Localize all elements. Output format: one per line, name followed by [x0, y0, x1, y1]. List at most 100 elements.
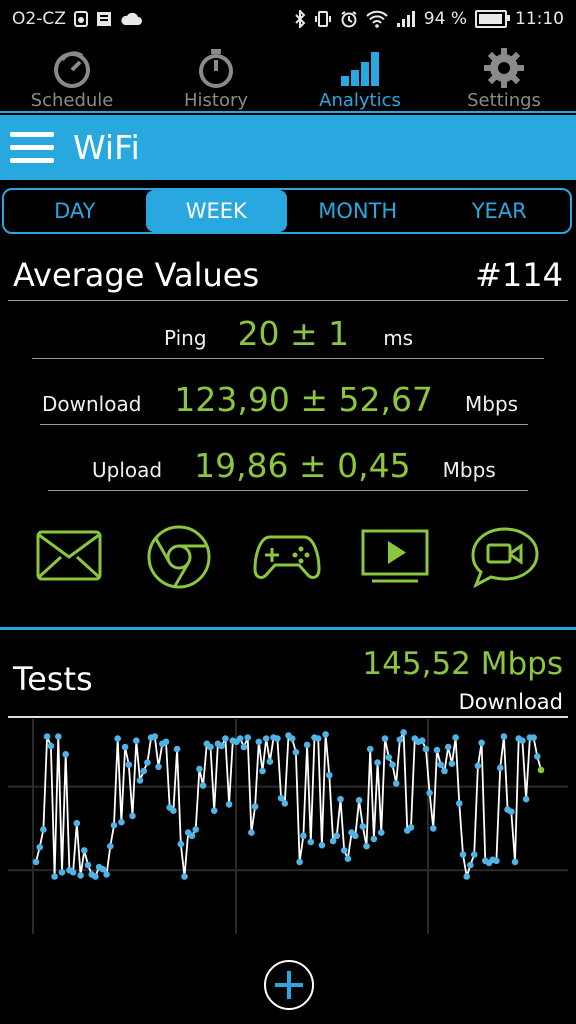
chart-point[interactable]: [77, 872, 84, 879]
chart-point[interactable]: [337, 795, 344, 803]
chart-point[interactable]: [478, 739, 485, 747]
chart-point[interactable]: [296, 858, 303, 866]
chart-point[interactable]: [259, 767, 266, 775]
chart-point[interactable]: [73, 819, 81, 827]
chart-point[interactable]: [441, 767, 448, 775]
chart-point[interactable]: [385, 754, 393, 761]
chart-point[interactable]: [81, 847, 88, 854]
chart-point[interactable]: [500, 733, 508, 740]
chart-point[interactable]: [378, 829, 385, 836]
chart-point[interactable]: [244, 734, 251, 741]
chart-point[interactable]: [407, 824, 415, 831]
chart-point[interactable]: [140, 767, 147, 775]
chart-point[interactable]: [437, 761, 445, 768]
chart-point[interactable]: [125, 761, 133, 768]
chart-point[interactable]: [459, 851, 467, 858]
chart-point[interactable]: [69, 869, 77, 876]
period-year[interactable]: YEAR: [429, 190, 571, 232]
period-month[interactable]: MONTH: [287, 190, 429, 232]
chart-point[interactable]: [129, 812, 136, 820]
tab-settings[interactable]: Settings: [432, 40, 576, 112]
gamepad-icon[interactable]: [252, 525, 322, 589]
period-day[interactable]: DAY: [4, 190, 146, 232]
chart-point[interactable]: [333, 832, 341, 840]
chart-point[interactable]: [210, 807, 218, 814]
chart-point[interactable]: [511, 858, 519, 866]
chart-point[interactable]: [162, 738, 170, 746]
chart-point[interactable]: [344, 855, 352, 862]
chart-point[interactable]: [196, 765, 203, 773]
tab-history[interactable]: History: [144, 40, 288, 112]
chart-point[interactable]: [62, 751, 69, 758]
chart-point[interactable]: [218, 742, 225, 750]
chart-point[interactable]: [110, 822, 118, 829]
chart-point[interactable]: [55, 733, 62, 740]
chart-point[interactable]: [222, 735, 229, 742]
chart-point[interactable]: [188, 832, 196, 840]
chart-point[interactable]: [307, 838, 315, 846]
chart-point[interactable]: [262, 735, 270, 742]
chart-point[interactable]: [508, 808, 515, 815]
chart-point[interactable]: [430, 825, 437, 832]
chart-point[interactable]: [266, 758, 274, 765]
menu-icon[interactable]: [10, 131, 54, 165]
chart-point[interactable]: [496, 764, 504, 772]
chart-point[interactable]: [493, 857, 500, 865]
chart-point[interactable]: [389, 761, 396, 768]
chart-point[interactable]: [318, 841, 326, 849]
chrome-icon[interactable]: [144, 525, 214, 589]
chart-point[interactable]: [392, 780, 400, 787]
chart-point[interactable]: [281, 800, 289, 807]
chart-point[interactable]: [133, 737, 140, 744]
chart-point[interactable]: [326, 771, 333, 779]
chart-point[interactable]: [144, 759, 151, 766]
mail-icon[interactable]: [34, 525, 104, 589]
chart-point[interactable]: [292, 748, 300, 756]
chart-point[interactable]: [181, 873, 188, 880]
chart-point[interactable]: [255, 738, 263, 746]
chart-point[interactable]: [103, 871, 110, 878]
chart-point[interactable]: [40, 826, 47, 833]
chart-point[interactable]: [92, 873, 99, 880]
chart-point[interactable]: [192, 826, 199, 833]
chart-point[interactable]: [456, 800, 463, 807]
chart-point[interactable]: [288, 735, 296, 742]
chart-point[interactable]: [359, 823, 367, 830]
add-button[interactable]: [264, 960, 314, 1010]
chart-point[interactable]: [51, 873, 58, 880]
chart-point[interactable]: [374, 759, 381, 766]
chart-point[interactable]: [114, 735, 121, 742]
chart-point[interactable]: [47, 742, 55, 750]
chart-point[interactable]: [43, 733, 51, 740]
chart-point[interactable]: [151, 733, 159, 740]
tv-play-icon[interactable]: [360, 525, 430, 589]
chart-point[interactable]: [155, 763, 162, 771]
chart-point[interactable]: [170, 807, 177, 814]
chart-point[interactable]: [381, 735, 389, 742]
chart-point[interactable]: [355, 796, 363, 804]
chart-point[interactable]: [322, 731, 329, 738]
chart-point[interactable]: [537, 766, 545, 774]
tab-analytics[interactable]: Analytics: [288, 40, 432, 112]
chart-point[interactable]: [251, 803, 259, 810]
chart-point[interactable]: [300, 832, 307, 840]
chart-point[interactable]: [121, 743, 129, 751]
chart-point[interactable]: [107, 842, 114, 850]
chart-point[interactable]: [467, 861, 474, 869]
chart-point[interactable]: [303, 741, 311, 749]
chart-point[interactable]: [207, 743, 214, 751]
chart-point[interactable]: [225, 801, 233, 808]
chart-point[interactable]: [136, 777, 144, 784]
chart-point[interactable]: [470, 851, 478, 858]
chart-point[interactable]: [444, 743, 452, 751]
chart-point[interactable]: [370, 835, 378, 843]
chart-point[interactable]: [522, 795, 530, 803]
chart-point[interactable]: [340, 847, 348, 854]
chart-point[interactable]: [173, 745, 181, 753]
tab-schedule[interactable]: Schedule: [0, 40, 144, 112]
chart-point[interactable]: [314, 735, 322, 742]
chart-point[interactable]: [433, 746, 441, 754]
chart-point[interactable]: [396, 736, 404, 743]
period-week[interactable]: WEEK: [145, 190, 287, 232]
chart-point[interactable]: [463, 873, 471, 880]
